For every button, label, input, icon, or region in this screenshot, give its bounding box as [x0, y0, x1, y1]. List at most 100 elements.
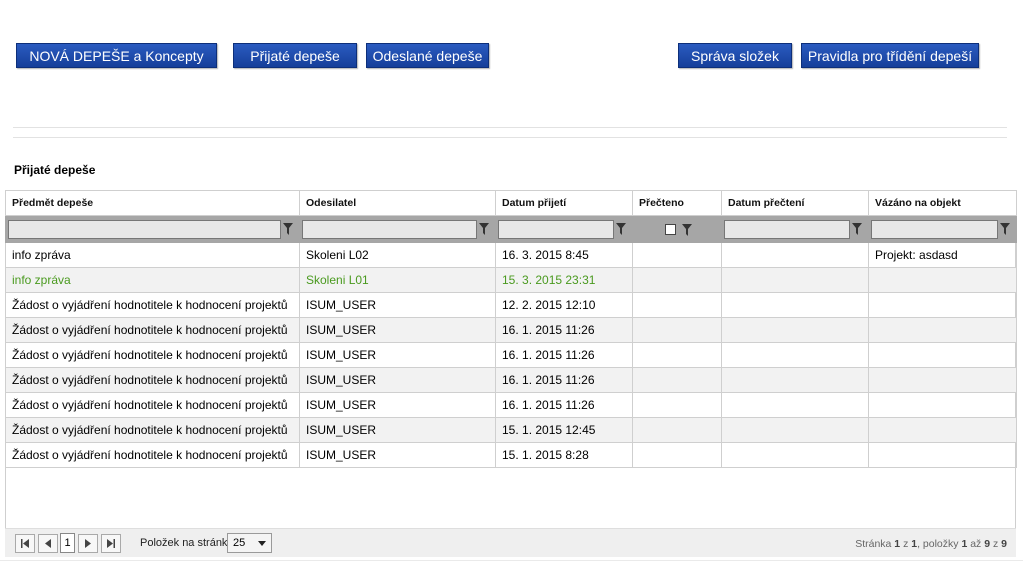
cell-sender: ISUM_USER	[299, 342, 496, 368]
cell-read	[632, 292, 722, 318]
cell-received-date: 15. 3. 2015 23:31	[495, 267, 633, 293]
table-row[interactable]: info zpráva Skoleni L02 16. 3. 2015 8:45 Pr…	[5, 242, 1017, 268]
cell-linked-object	[868, 392, 1017, 418]
prev-page-button[interactable]	[38, 534, 58, 553]
cell-received-date: 16. 1. 2015 11:26	[495, 317, 633, 343]
first-page-icon	[21, 539, 29, 548]
chevron-down-icon	[258, 541, 266, 546]
filter-row	[5, 215, 1017, 243]
per-page-value: 25	[233, 537, 246, 549]
cell-read-date	[721, 267, 869, 293]
messages-table: Předmět depeše Odesilatel Datum přijetí …	[5, 190, 1017, 468]
cell-received-date: 15. 1. 2015 12:45	[495, 417, 633, 443]
col-header-read-date[interactable]: Datum přečtení	[721, 190, 869, 216]
col-header-sender[interactable]: Odesilatel	[299, 190, 496, 216]
filter-read-checkbox[interactable]	[665, 224, 676, 236]
filter-icon[interactable]	[682, 223, 692, 236]
pager-info-page: 1	[894, 538, 901, 550]
cell-linked-object	[868, 267, 1017, 293]
cell-received-date: 16. 1. 2015 11:26	[495, 392, 633, 418]
separator	[13, 137, 1007, 138]
cell-read	[632, 242, 722, 268]
filter-icon[interactable]	[283, 223, 293, 235]
received-messages-button[interactable]: Přijaté depeše	[233, 43, 357, 68]
cell-read-date	[721, 342, 869, 368]
per-page-select[interactable]: 25	[227, 533, 272, 553]
prev-page-icon	[45, 539, 51, 548]
sent-messages-button[interactable]: Odeslané depeše	[366, 43, 489, 68]
pager-info-from: 1	[961, 538, 968, 550]
cell-sender: Skoleni L02	[299, 242, 496, 268]
cell-received-date: 16. 3. 2015 8:45	[495, 242, 633, 268]
last-page-button[interactable]	[101, 534, 121, 553]
cell-linked-object	[868, 342, 1017, 368]
per-page-label: Položek na stránku	[140, 537, 234, 549]
table-row[interactable]: Žádost o vyjádření hodnotitele k hodnoce…	[5, 292, 1017, 318]
table-row[interactable]: Žádost o vyjádření hodnotitele k hodnoce…	[5, 367, 1017, 393]
cell-read-date	[721, 442, 869, 468]
cell-linked-object	[868, 367, 1017, 393]
filter-icon[interactable]	[616, 223, 626, 235]
cell-read	[632, 367, 722, 393]
separator	[13, 127, 1007, 128]
cell-linked-object	[868, 317, 1017, 343]
cell-received-date: 15. 1. 2015 8:28	[495, 442, 633, 468]
filter-input-sender[interactable]	[302, 219, 477, 239]
pager-info-total: 9	[1001, 538, 1007, 550]
cell-linked-object	[868, 292, 1017, 318]
cell-read-date	[721, 417, 869, 443]
cell-sender: ISUM_USER	[299, 442, 496, 468]
cell-linked-object	[868, 417, 1017, 443]
cell-received-date: 12. 2. 2015 12:10	[495, 292, 633, 318]
col-header-subject[interactable]: Předmět depeše	[5, 190, 300, 216]
new-message-button[interactable]: NOVÁ DEPEŠE a Koncepty	[16, 43, 217, 68]
cell-read	[632, 442, 722, 468]
cell-read-date	[721, 242, 869, 268]
cell-linked-object: Projekt: asdasd	[868, 242, 1017, 268]
col-header-linked-object[interactable]: Vázáno na objekt	[868, 190, 1017, 216]
pager-info-prefix: Stránka	[855, 538, 892, 550]
cell-subject: info zpráva	[5, 267, 300, 293]
filter-icon[interactable]	[479, 223, 489, 235]
cell-subject: Žádost o vyjádření hodnotitele k hodnoce…	[5, 367, 300, 393]
table-row[interactable]: Žádost o vyjádření hodnotitele k hodnoce…	[5, 392, 1017, 418]
filter-input-subject[interactable]	[8, 219, 281, 239]
cell-subject: Žádost o vyjádření hodnotitele k hodnoce…	[5, 317, 300, 343]
table-row[interactable]: Žádost o vyjádření hodnotitele k hodnoce…	[5, 342, 1017, 368]
filter-icon[interactable]	[1000, 223, 1010, 235]
pager-info-items-label: , položky	[917, 538, 959, 550]
separator	[0, 560, 1023, 561]
cell-received-date: 16. 1. 2015 11:26	[495, 367, 633, 393]
table-row[interactable]: info zpráva Skoleni L01 15. 3. 2015 23:31	[5, 267, 1017, 293]
sorting-rules-button[interactable]: Pravidla pro třídění depeší	[801, 43, 979, 68]
filter-input-linked-object[interactable]	[871, 219, 998, 239]
pager-info-of: z	[903, 538, 909, 550]
messages-grid: Předmět depeše Odesilatel Datum přijetí …	[5, 190, 1017, 557]
table-row[interactable]: Žádost o vyjádření hodnotitele k hodnoce…	[5, 442, 1017, 468]
page-number-input[interactable]: 1	[60, 533, 75, 553]
cell-read-date	[721, 392, 869, 418]
folder-management-button[interactable]: Správa složek	[678, 43, 792, 68]
col-header-received-date[interactable]: Datum přijetí	[495, 190, 633, 216]
cell-read-date	[721, 317, 869, 343]
pager-info-to-word: až	[970, 538, 982, 550]
cell-sender: ISUM_USER	[299, 392, 496, 418]
cell-subject: Žádost o vyjádření hodnotitele k hodnoce…	[5, 342, 300, 368]
cell-read	[632, 267, 722, 293]
section-title: Přijaté depeše	[14, 163, 96, 177]
table-row[interactable]: Žádost o vyjádření hodnotitele k hodnoce…	[5, 417, 1017, 443]
next-page-icon	[85, 539, 91, 548]
cell-read	[632, 342, 722, 368]
filter-icon[interactable]	[852, 223, 862, 235]
cell-read	[632, 392, 722, 418]
cell-subject: Žádost o vyjádření hodnotitele k hodnoce…	[5, 292, 300, 318]
first-page-button[interactable]	[15, 534, 35, 553]
col-header-read[interactable]: Přečteno	[632, 190, 722, 216]
filter-input-read-date[interactable]	[724, 219, 850, 239]
cell-linked-object	[868, 442, 1017, 468]
cell-sender: ISUM_USER	[299, 367, 496, 393]
next-page-button[interactable]	[78, 534, 98, 553]
cell-subject: info zpráva	[5, 242, 300, 268]
table-row[interactable]: Žádost o vyjádření hodnotitele k hodnoce…	[5, 317, 1017, 343]
filter-input-received-date[interactable]	[498, 219, 614, 239]
